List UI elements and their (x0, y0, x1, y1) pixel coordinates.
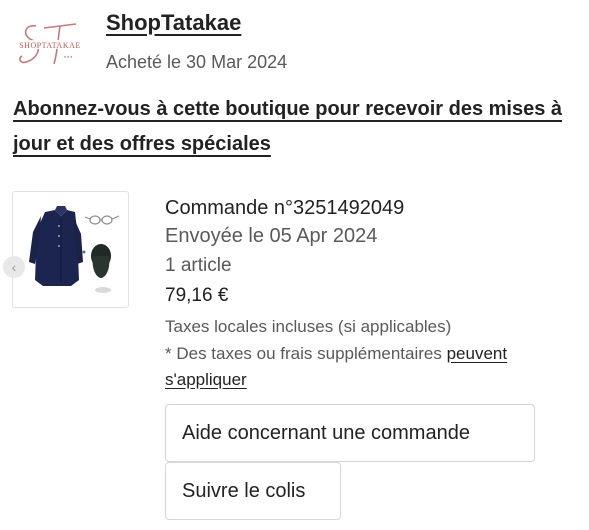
shop-logo[interactable]: SHOPTATAKAE ♦ ♦ ♦ (14, 18, 86, 70)
ship-date: Envoyée le 05 Apr 2024 (165, 225, 378, 247)
order-details: Commande n°3251492049 Envoyée le 05 Apr … (165, 195, 575, 393)
track-package-button[interactable]: Suivre le colis (165, 462, 341, 520)
order-price: 79,16 € (165, 285, 229, 306)
order-page: SHOPTATAKAE ♦ ♦ ♦ ShopTatakae Acheté le … (0, 0, 589, 530)
shop-logo-image: SHOPTATAKAE ♦ ♦ ♦ (18, 23, 82, 65)
product-image (29, 206, 120, 293)
item-count: 1 article (165, 255, 232, 276)
order-help-button[interactable]: Aide concernant une commande (165, 404, 535, 462)
tax-note: Taxes locales incluses (si applicables) (165, 317, 452, 336)
extra-fees-note: * Des taxes ou frais supplémentaires peu… (165, 341, 575, 393)
order-number: Commande n°3251492049 (165, 197, 405, 219)
chevron-left-icon[interactable]: ‹ (3, 256, 25, 278)
product-thumbnail[interactable] (12, 191, 129, 308)
purchase-date: Acheté le 30 Mar 2024 (106, 52, 288, 72)
extra-fees-text: * Des taxes ou frais supplémentaires (165, 344, 447, 363)
svg-text:SHOPTATAKAE: SHOPTATAKAE (19, 41, 81, 50)
subscribe-shop-link[interactable]: Abonnez-vous à cette boutique pour recev… (13, 92, 573, 162)
svg-text:♦ ♦ ♦: ♦ ♦ ♦ (64, 54, 72, 59)
shop-name-link[interactable]: ShopTatakae (106, 10, 241, 36)
